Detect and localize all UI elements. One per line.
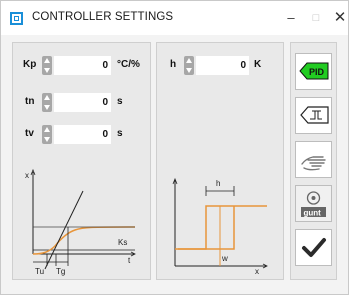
kp-input[interactable]: 0 xyxy=(54,56,111,75)
hyst-graph-w-label: w xyxy=(221,254,228,263)
tn-spinner[interactable] xyxy=(42,93,52,112)
window-app-icon xyxy=(10,12,23,25)
pid-parameters-panel: Kp 0 °C/% tn 0 s tv 0 s x t Ks Tu Tg xyxy=(12,42,151,280)
step-graph-tu-label: Tu xyxy=(35,267,44,276)
hyst-graph-x-label: x xyxy=(255,267,259,276)
tv-spinner[interactable] xyxy=(42,125,52,144)
hyst-graph-h-label: h xyxy=(216,179,220,188)
manual-mode-button[interactable] xyxy=(295,141,332,178)
step-graph-ks-label: Ks xyxy=(118,238,127,247)
step-graph-tg-label: Tg xyxy=(56,267,65,276)
kp-unit: °C/% xyxy=(117,59,140,70)
kp-spinner[interactable] xyxy=(42,56,52,75)
step-response-graph: x t Ks Tu Tg xyxy=(25,168,136,276)
hand-icon xyxy=(301,156,326,171)
minimize-button[interactable]: – xyxy=(279,7,303,29)
pid-mode-button[interactable]: PID xyxy=(295,53,332,90)
h-label: h xyxy=(170,59,177,70)
two-point-mode-button[interactable] xyxy=(295,97,332,134)
close-button[interactable]: ✕ xyxy=(328,7,349,29)
controller-settings-window: CONTROLLER SETTINGS – □ ✕ Kp 0 °C/% tn 0… xyxy=(0,0,349,295)
confirm-button[interactable] xyxy=(295,229,332,266)
h-input[interactable]: 0 xyxy=(196,56,249,75)
hysteresis-graph: x h w xyxy=(172,177,268,276)
h-unit: K xyxy=(254,59,262,70)
tv-label: tv xyxy=(25,128,34,139)
tv-input[interactable]: 0 xyxy=(54,125,111,144)
two-point-controller-icon xyxy=(300,106,329,124)
tv-unit: s xyxy=(117,128,123,139)
h-spinner[interactable] xyxy=(184,56,194,75)
tn-input[interactable]: 0 xyxy=(54,93,111,112)
hyst-lower-switch-curve xyxy=(175,205,267,250)
tn-label: tn xyxy=(25,96,35,107)
window-title: CONTROLLER SETTINGS xyxy=(32,11,174,23)
checkmark-icon xyxy=(302,238,326,257)
gunt-settings-button[interactable]: gunt xyxy=(295,185,332,222)
pid-icon-label: PID xyxy=(309,67,325,77)
hysteresis-panel: h 0 K x h w xyxy=(156,42,284,280)
step-graph-y-label: x xyxy=(25,171,29,180)
gunt-logo-text: gunt xyxy=(304,209,322,218)
kp-label: Kp xyxy=(23,59,37,70)
maximize-button[interactable]: □ xyxy=(304,7,328,29)
title-bar: CONTROLLER SETTINGS – □ ✕ xyxy=(1,1,348,35)
step-graph-x-label: t xyxy=(128,256,131,265)
tn-unit: s xyxy=(117,96,123,107)
